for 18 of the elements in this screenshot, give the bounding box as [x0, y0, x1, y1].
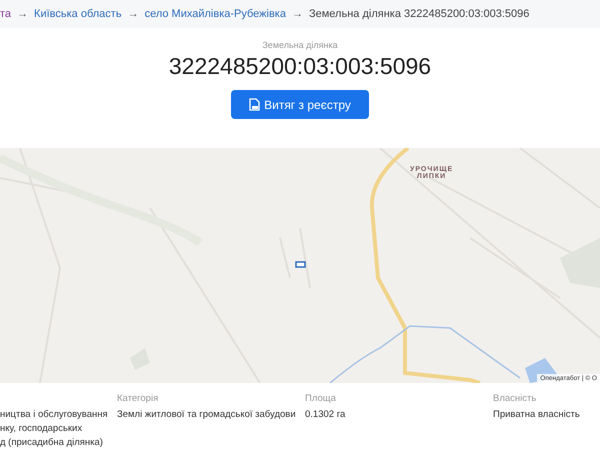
- extract-button[interactable]: Витяг з реєстру: [231, 90, 369, 119]
- breadcrumb-link[interactable]: село Михайлівка-Рубежівка: [144, 8, 286, 20]
- breadcrumb-separator: →: [128, 8, 139, 20]
- breadcrumb-current: Земельна ділянка 3222485200:03:003:5096: [308, 8, 530, 20]
- breadcrumb-link[interactable]: Київська область: [34, 8, 122, 20]
- detail-value: Приватна власність: [493, 408, 581, 422]
- detail-label: Власність: [493, 393, 538, 404]
- breadcrumb-separator: →: [17, 8, 28, 20]
- breadcrumb-separator: →: [292, 8, 303, 20]
- detail-value: ництва і обслуговування нку, господарських д (присадибна ділянка): [0, 408, 109, 450]
- page-subtitle: Земельна ділянка: [262, 40, 338, 50]
- detail-label: Категорія: [117, 393, 160, 404]
- detail-value: Землі житлової та громадської забудови: [117, 408, 297, 422]
- map-drawing[interactable]: [0, 148, 600, 383]
- breadcrumb-link[interactable]: та: [0, 8, 12, 20]
- detail-value: 0.1302 га: [305, 408, 346, 422]
- page-title: 3222485200:03:003:5096: [168, 53, 432, 80]
- detail-label: Площа: [305, 393, 337, 404]
